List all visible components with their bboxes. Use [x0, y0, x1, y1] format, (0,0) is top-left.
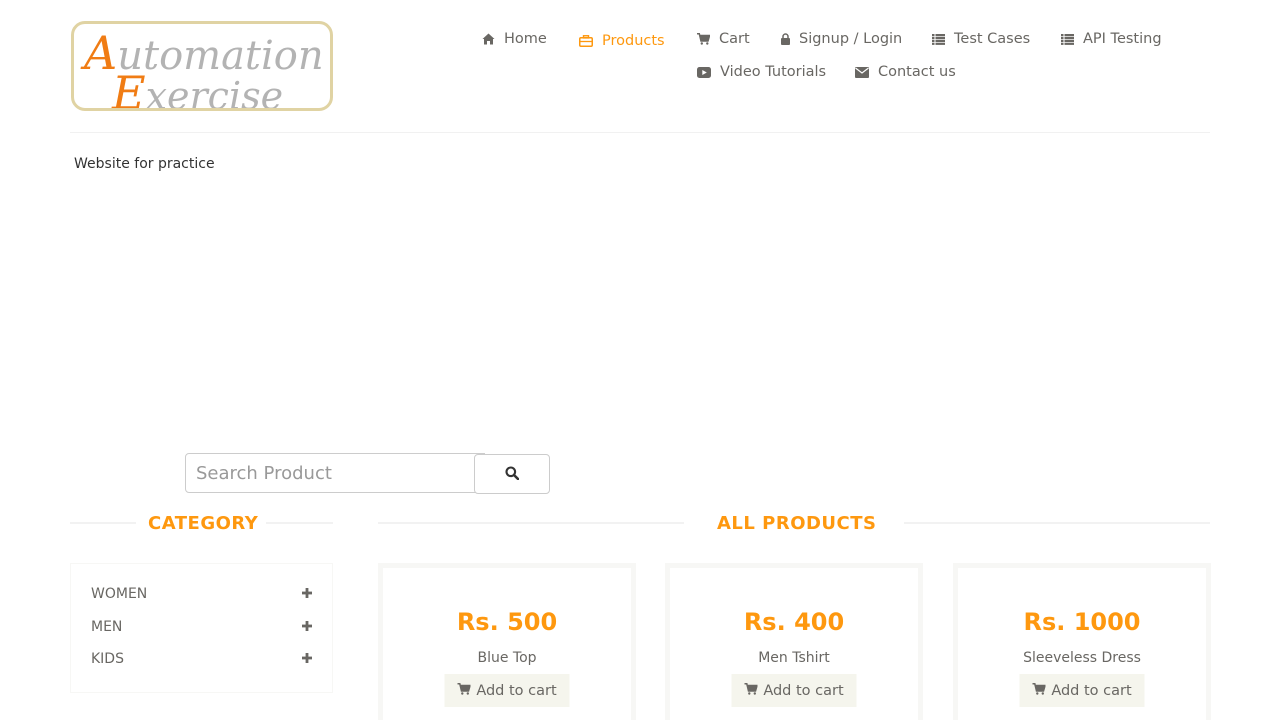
- category-women[interactable]: WOMEN: [91, 584, 312, 604]
- category-title: CATEGORY: [148, 513, 259, 534]
- search-icon: [505, 465, 520, 483]
- category-women-label: WOMEN: [91, 586, 148, 602]
- category-title-line-right: [266, 522, 333, 524]
- lock-icon: [781, 33, 790, 45]
- nav-cart-label: Cart: [719, 31, 750, 47]
- category-kids-label: KIDS: [91, 651, 124, 667]
- category-men[interactable]: MEN: [91, 617, 312, 637]
- home-icon: [482, 33, 495, 45]
- category-kids[interactable]: KIDS: [91, 649, 312, 669]
- nav-products-link[interactable]: Products: [579, 33, 665, 49]
- nav-contact-link[interactable]: Contact us: [855, 64, 956, 80]
- nav-test-cases-label: Test Cases: [954, 31, 1031, 47]
- video-icon: [697, 66, 711, 78]
- product-name: Blue Top: [477, 650, 537, 666]
- cart-icon: [457, 682, 471, 699]
- plus-icon[interactable]: [302, 586, 312, 602]
- list-icon: [932, 33, 945, 45]
- cart-icon: [697, 33, 710, 45]
- add-to-cart-label: Add to cart: [476, 682, 557, 699]
- search-button[interactable]: [474, 454, 550, 494]
- category-men-label: MEN: [91, 619, 123, 635]
- product-name: Sleeveless Dress: [1023, 650, 1141, 666]
- add-to-cart-button[interactable]: Add to cart: [444, 674, 570, 707]
- nav-home-link[interactable]: Home: [482, 31, 547, 47]
- nav-products-label: Products: [602, 33, 665, 49]
- category-panel: WOMEN MEN KIDS: [70, 563, 333, 693]
- product-card: Rs. 1000 Sleeveless Dress Add to cart: [953, 563, 1211, 720]
- cart-icon: [1032, 682, 1046, 699]
- nav-test-cases-link[interactable]: Test Cases: [932, 31, 1030, 47]
- products-title-line-left: [378, 522, 684, 524]
- nav-login-label: Signup / Login: [799, 31, 903, 47]
- site-tagline: Website for practice: [74, 156, 215, 172]
- add-to-cart-label: Add to cart: [763, 682, 844, 699]
- product-price: Rs. 1000: [1023, 608, 1141, 636]
- nav-video-tutorials-link[interactable]: Video Tutorials: [697, 64, 826, 80]
- product-card: Rs. 500 Blue Top Add to cart: [378, 563, 636, 720]
- product-name: Men Tshirt: [758, 650, 830, 666]
- header-divider: [70, 132, 1210, 133]
- nav-cart-link[interactable]: Cart: [697, 31, 750, 47]
- nav-contact-label: Contact us: [878, 64, 956, 80]
- category-title-line-left: [70, 522, 136, 524]
- nav-home-label: Home: [504, 31, 547, 47]
- product-card: Rs. 400 Men Tshirt Add to cart: [665, 563, 923, 720]
- all-products-title: ALL PRODUCTS: [717, 513, 877, 534]
- add-to-cart-button[interactable]: Add to cart: [731, 674, 857, 707]
- nav-api-testing-link[interactable]: API Testing: [1061, 31, 1162, 47]
- search-product-input[interactable]: [185, 453, 485, 493]
- list-icon: [1061, 33, 1074, 45]
- nav-login-link[interactable]: Signup / Login: [781, 31, 902, 47]
- products-title-line-right: [904, 522, 1210, 524]
- site-logo[interactable]: Automation Exercise: [71, 21, 333, 111]
- cart-icon: [744, 682, 758, 699]
- envelope-icon: [855, 66, 869, 78]
- plus-icon[interactable]: [302, 619, 312, 635]
- product-price: Rs. 500: [456, 608, 558, 636]
- add-to-cart-button[interactable]: Add to cart: [1019, 674, 1145, 707]
- products-icon: [579, 35, 593, 47]
- nav-video-tutorials-label: Video Tutorials: [720, 64, 827, 80]
- plus-icon[interactable]: [302, 651, 312, 667]
- nav-api-testing-label: API Testing: [1083, 31, 1162, 47]
- product-price: Rs. 400: [743, 608, 845, 636]
- add-to-cart-label: Add to cart: [1051, 682, 1132, 699]
